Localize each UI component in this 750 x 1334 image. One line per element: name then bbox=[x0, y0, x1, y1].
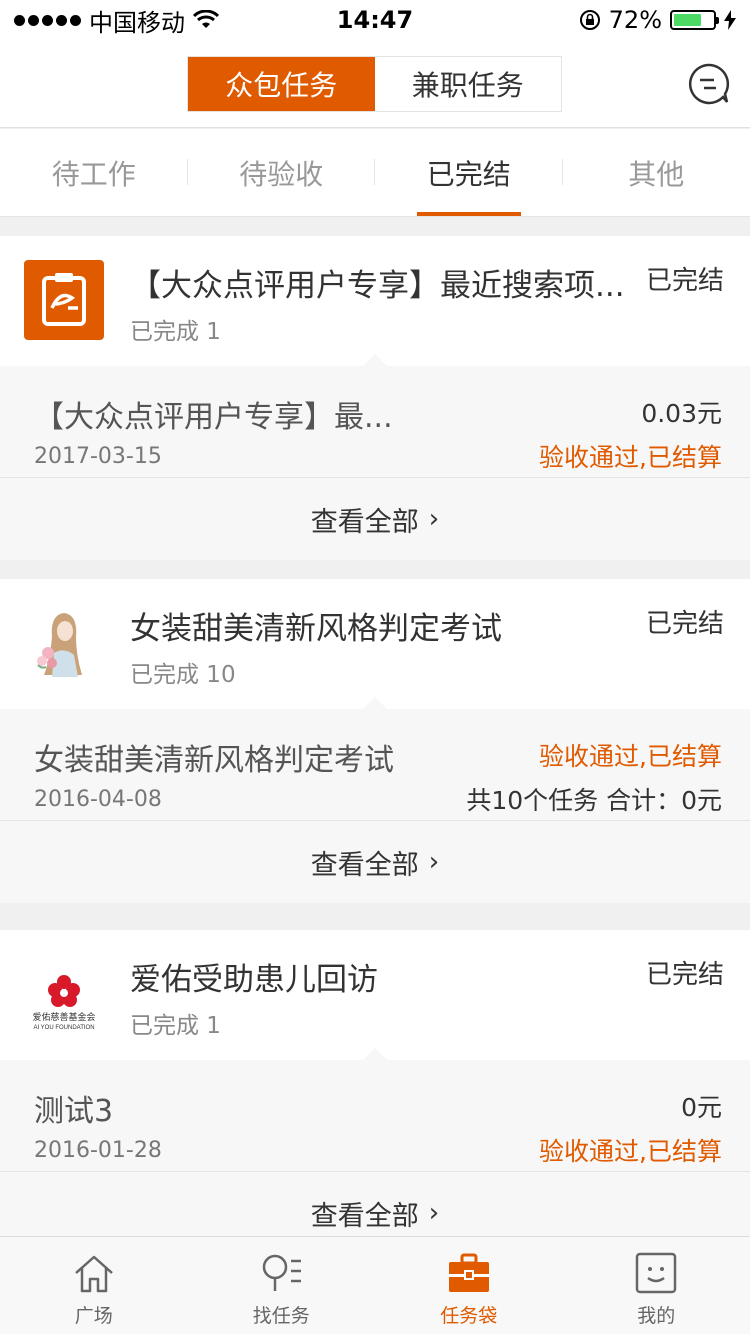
girl-illustration-icon bbox=[24, 603, 104, 683]
card-title: 女装甜美清新风格判定考试 bbox=[130, 611, 502, 647]
task-type-segmented-control: 众包任务 兼职任务 bbox=[187, 56, 562, 112]
view-all-label: 查看全部 bbox=[310, 1200, 419, 1232]
card-completed-count: 已完成 1 bbox=[130, 319, 221, 345]
status-bar: 中国移动 14:47 72% bbox=[0, 0, 750, 40]
house-icon bbox=[74, 1255, 113, 1293]
tab-pending-work[interactable]: 待工作 bbox=[0, 129, 188, 216]
tabbar-item-find-tasks[interactable]: 找任务 bbox=[188, 1237, 376, 1334]
card-title: 【大众点评用户专享】最近搜索项... bbox=[130, 268, 625, 304]
clipboard-logo-icon bbox=[24, 260, 104, 340]
item-date: 2017-03-15 bbox=[34, 444, 162, 469]
segment-parttime-tasks[interactable]: 兼职任务 bbox=[374, 57, 561, 111]
card-completed-count: 已完成 1 bbox=[130, 1013, 221, 1039]
item-title: 测试3 bbox=[34, 1094, 114, 1129]
tab-other[interactable]: 其他 bbox=[563, 129, 750, 216]
chevron-right-icon: › bbox=[428, 847, 440, 877]
view-all-button[interactable]: 查看全部 › bbox=[0, 821, 750, 903]
chat-bubble-icon[interactable] bbox=[686, 62, 730, 106]
chevron-right-icon: › bbox=[428, 1198, 440, 1228]
tab-label: 待工作 bbox=[51, 157, 136, 191]
svg-text:AI YOU FOUNDATION: AI YOU FOUNDATION bbox=[33, 1025, 94, 1031]
tabbar-item-mine[interactable]: 我的 bbox=[563, 1237, 750, 1334]
tabbar-label: 我的 bbox=[637, 1305, 676, 1327]
task-item[interactable]: 测试3 2016-01-28 0元 验收通过,已结算 bbox=[0, 1060, 750, 1172]
task-card[interactable]: 爱佑慈善基金会 AI YOU FOUNDATION 爱佑受助患儿回访 已完成 1… bbox=[0, 930, 750, 1254]
task-item[interactable]: 【大众点评用户专享】最... 2017-03-15 0.03元 验收通过,已结算 bbox=[0, 366, 750, 478]
tabbar-item-task-bag[interactable]: 任务袋 bbox=[375, 1237, 563, 1334]
item-date: 2016-04-08 bbox=[34, 787, 162, 812]
aiyou-foundation-logo: 爱佑慈善基金会 AI YOU FOUNDATION bbox=[24, 954, 104, 1034]
tabbar-label: 任务袋 bbox=[440, 1305, 498, 1327]
item-settlement-status: 验收通过,已结算 bbox=[539, 1137, 722, 1166]
card-status: 已完结 bbox=[645, 960, 724, 990]
item-total: 共10个任务 合计：0元 bbox=[466, 786, 722, 815]
item-settlement-status: 验收通过,已结算 bbox=[539, 443, 722, 472]
battery-icon bbox=[670, 10, 719, 30]
search-list-icon bbox=[263, 1254, 302, 1291]
segment-crowd-tasks[interactable]: 众包任务 bbox=[188, 57, 375, 111]
task-card[interactable]: 女装甜美清新风格判定考试 已完成 10 已完结 女装甜美清新风格判定考试 201… bbox=[0, 579, 750, 903]
tab-pending-review[interactable]: 待验收 bbox=[188, 129, 375, 216]
card-status: 已完结 bbox=[645, 266, 724, 296]
item-title: 【大众点评用户专享】最... bbox=[34, 400, 393, 435]
card-status: 已完结 bbox=[645, 609, 724, 639]
item-amount: 0元 bbox=[681, 1093, 722, 1122]
view-all-label: 查看全部 bbox=[310, 849, 419, 881]
svg-text:爱佑慈善基金会: 爱佑慈善基金会 bbox=[32, 1011, 95, 1022]
tab-label: 其他 bbox=[628, 157, 685, 191]
item-date: 2016-01-28 bbox=[34, 1138, 162, 1163]
tab-label: 已完结 bbox=[426, 157, 511, 191]
card-completed-count: 已完成 10 bbox=[130, 662, 236, 688]
smiley-icon bbox=[636, 1252, 677, 1294]
status-time: 14:47 bbox=[336, 6, 414, 34]
item-settlement-status: 验收通过,已结算 bbox=[539, 742, 722, 771]
tab-label: 待验收 bbox=[239, 157, 324, 191]
briefcase-icon bbox=[448, 1253, 489, 1292]
bottom-tab-bar: 广场 找任务 任务袋 我的 bbox=[0, 1236, 750, 1334]
nav-bar: 众包任务 兼职任务 bbox=[0, 40, 750, 128]
view-all-button[interactable]: 查看全部 › bbox=[0, 478, 750, 560]
tabbar-item-plaza[interactable]: 广场 bbox=[0, 1237, 188, 1334]
status-tabs: 待工作 待验收 已完结 其他 bbox=[0, 129, 750, 217]
chevron-right-icon: › bbox=[428, 504, 440, 534]
tabbar-label: 广场 bbox=[74, 1305, 113, 1327]
task-card[interactable]: 【大众点评用户专享】最近搜索项... 已完成 1 已完结 【大众点评用户专享】最… bbox=[0, 236, 750, 560]
item-title: 女装甜美清新风格判定考试 bbox=[34, 743, 394, 778]
item-amount: 0.03元 bbox=[641, 399, 722, 428]
tab-completed[interactable]: 已完结 bbox=[375, 129, 563, 216]
view-all-label: 查看全部 bbox=[310, 506, 419, 538]
card-title: 爱佑受助患儿回访 bbox=[130, 962, 378, 998]
tabbar-label: 找任务 bbox=[252, 1305, 310, 1327]
task-item[interactable]: 女装甜美清新风格判定考试 2016-04-08 验收通过,已结算 共10个任务 … bbox=[0, 709, 750, 821]
